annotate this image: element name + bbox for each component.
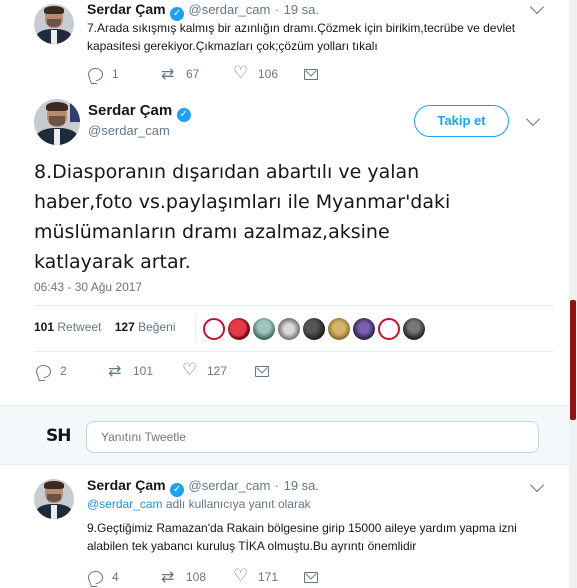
liker-avatar[interactable] bbox=[253, 318, 275, 340]
tweet-text: 7.Arada sıkışmış kalmış bir azınlığın dr… bbox=[87, 21, 516, 35]
direct-message-button[interactable] bbox=[255, 365, 269, 377]
avatar[interactable] bbox=[34, 4, 74, 44]
reply-to-label: adlı kullanıcıya yanıt olarak bbox=[162, 497, 311, 511]
reply-button[interactable]: 1 bbox=[88, 67, 161, 81]
reply-composer: SH bbox=[0, 405, 569, 465]
tweet-text: haber,foto vs.paylaşımları ile Myanmar'd… bbox=[34, 191, 451, 213]
liker-avatar[interactable] bbox=[403, 318, 425, 340]
verified-badge-icon: ✓ bbox=[176, 108, 191, 122]
author-handle[interactable]: @serdar_cam bbox=[88, 123, 170, 138]
direct-message-button[interactable] bbox=[304, 571, 318, 583]
reply-button[interactable]: 4 bbox=[88, 570, 161, 584]
author-name[interactable]: Serdar Çam bbox=[87, 477, 166, 493]
like-icon bbox=[182, 360, 198, 380]
chevron-down-icon[interactable] bbox=[529, 477, 545, 493]
retweet-icon bbox=[108, 361, 124, 380]
liker-avatar[interactable] bbox=[328, 318, 350, 340]
like-count: 106 bbox=[258, 67, 279, 81]
reply-icon bbox=[88, 67, 103, 81]
author-handle[interactable]: @serdar_cam bbox=[189, 2, 271, 17]
avatar[interactable] bbox=[34, 99, 80, 145]
like-icon bbox=[233, 63, 249, 83]
author-name[interactable]: Serdar Çam bbox=[87, 1, 166, 17]
tweet-text: 8.Diasporanın dışarıdan abartılı ve yala… bbox=[34, 161, 420, 183]
retweet-count: 67 bbox=[186, 67, 200, 81]
reply-to-handle[interactable]: @serdar_cam bbox=[87, 497, 163, 511]
liker-avatar[interactable] bbox=[203, 318, 225, 340]
liker-avatar[interactable] bbox=[278, 318, 300, 340]
verified-badge-icon: ✓ bbox=[170, 483, 185, 497]
author-name[interactable]: Serdar Çam bbox=[88, 102, 172, 119]
like-count: 171 bbox=[258, 570, 279, 584]
separator: · bbox=[274, 478, 280, 493]
like-stat-label: Beğeni bbox=[138, 320, 176, 334]
scrollbar-track[interactable] bbox=[569, 0, 577, 588]
liker-avatar[interactable] bbox=[353, 318, 375, 340]
tweet-text: alabilen tek yabancı kuruluş TİKA olmuşt… bbox=[87, 539, 417, 553]
chevron-down-icon[interactable] bbox=[525, 111, 541, 127]
reply-icon bbox=[88, 570, 103, 584]
direct-message-icon bbox=[255, 365, 269, 377]
like-stat[interactable]: 127 Beğeni bbox=[115, 320, 176, 334]
retweet-stat-label: Retweet bbox=[57, 320, 102, 334]
reply-count: 4 bbox=[112, 570, 119, 584]
direct-message-icon bbox=[304, 68, 318, 80]
retweet-count: 108 bbox=[186, 570, 207, 584]
retweet-icon bbox=[161, 64, 177, 83]
like-count: 127 bbox=[207, 364, 228, 378]
tweet-time[interactable]: 19 sa. bbox=[284, 478, 319, 493]
tweet-timestamp[interactable]: 06:43 - 30 Ağu 2017 bbox=[34, 280, 142, 294]
reply-button[interactable]: 2 bbox=[36, 364, 108, 378]
direct-message-button[interactable] bbox=[304, 68, 318, 80]
chevron-down-icon[interactable] bbox=[529, 0, 545, 15]
reply-count: 2 bbox=[60, 364, 67, 378]
like-stat-count: 127 bbox=[114, 320, 135, 334]
retweet-stat-count: 101 bbox=[34, 320, 55, 334]
avatar[interactable] bbox=[34, 479, 74, 519]
retweet-icon bbox=[161, 567, 177, 586]
direct-message-icon bbox=[304, 571, 318, 583]
user-avatar-logo[interactable]: SH bbox=[46, 425, 78, 447]
tweet-text: müslümanların dramı azalmaz,aksine bbox=[34, 221, 390, 243]
scrollbar-thumb[interactable] bbox=[570, 300, 576, 420]
tweet-text: 9.Geçtiğimiz Ramazan'da Rakain bölgesine… bbox=[87, 521, 517, 535]
liker-avatar[interactable] bbox=[378, 318, 400, 340]
liker-avatar[interactable] bbox=[228, 318, 250, 340]
reply-input[interactable] bbox=[86, 421, 539, 453]
tweet-text: katlayarak artar. bbox=[34, 251, 191, 273]
tweet-time[interactable]: 19 sa. bbox=[284, 2, 319, 17]
separator: · bbox=[274, 2, 280, 17]
retweet-button[interactable]: 108 bbox=[161, 567, 233, 586]
retweet-stat[interactable]: 101 Retweet bbox=[34, 320, 105, 334]
retweet-button[interactable]: 67 bbox=[161, 64, 233, 83]
author-handle[interactable]: @serdar_cam bbox=[189, 478, 271, 493]
liker-avatar[interactable] bbox=[303, 318, 325, 340]
tweet-text: kapasitesi gerekiyor.Çıkmazları çok;çözü… bbox=[87, 39, 378, 53]
like-button[interactable]: 171 bbox=[233, 566, 304, 586]
retweet-button[interactable]: 101 bbox=[108, 361, 182, 380]
reply-count: 1 bbox=[112, 67, 119, 81]
like-button[interactable]: 127 bbox=[182, 360, 255, 380]
like-button[interactable]: 106 bbox=[233, 63, 304, 83]
like-icon bbox=[233, 566, 249, 586]
reply-icon bbox=[36, 364, 51, 378]
follow-button[interactable]: Takip et bbox=[414, 105, 509, 137]
retweet-count: 101 bbox=[133, 364, 154, 378]
logo-text: SH bbox=[46, 426, 72, 446]
